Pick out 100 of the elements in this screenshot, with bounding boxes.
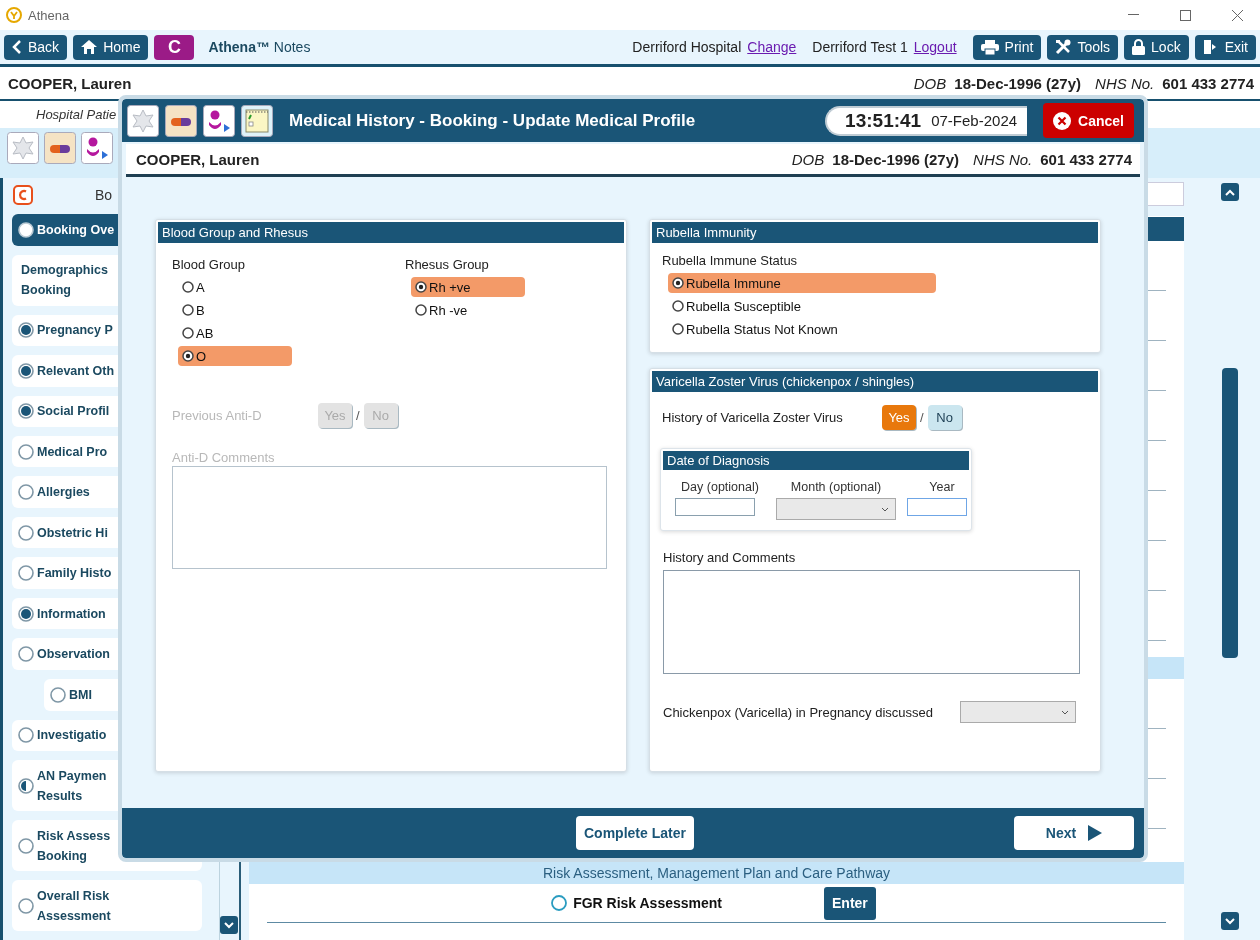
radio-icon: [18, 322, 34, 339]
pill-icon[interactable]: [165, 104, 197, 137]
complete-later-button[interactable]: Complete Later: [576, 816, 694, 850]
patient-name: COOPER, Lauren: [8, 74, 132, 92]
radio-icon: [18, 362, 34, 379]
field-label: Chickenpox (Varicella) in Pregnancy discussed: [663, 704, 934, 720]
group-label: Rhesus Group: [405, 257, 490, 272]
nhs-number: 601 433 2774: [1040, 150, 1132, 168]
change-link[interactable]: Change: [747, 39, 797, 55]
nhs-label: NHS No.: [973, 150, 1033, 168]
radio-option[interactable]: O: [178, 346, 292, 366]
exit-button[interactable]: Exit: [1194, 34, 1256, 60]
radio-icon: [18, 646, 34, 662]
radio-icon: [415, 304, 427, 316]
radio-option[interactable]: Rubella Immune: [668, 273, 936, 293]
clock-time: 13:51:41: [845, 109, 922, 132]
person-icon[interactable]: [81, 132, 113, 164]
lock-button[interactable]: Lock: [1124, 34, 1189, 60]
radio-icon: [18, 565, 34, 582]
panel-title: Rubella Immunity: [656, 225, 757, 240]
window-title: Athena: [28, 7, 70, 23]
next-button[interactable]: Next: [1014, 816, 1134, 850]
radio-icon: [18, 443, 34, 460]
field-label: History of Varicella Zoster Virus: [662, 410, 844, 425]
clock-date: 07-Feb-2024: [931, 112, 1018, 129]
tools-button[interactable]: Tools: [1047, 34, 1119, 60]
field-label: Day (optional): [680, 480, 760, 494]
comments-field[interactable]: [663, 570, 1080, 674]
radio-icon: [672, 300, 684, 312]
scroll-down-icon[interactable]: [220, 916, 238, 934]
patient-name: COOPER, Lauren: [136, 150, 260, 168]
dob-label: DOB: [913, 74, 947, 92]
radio-icon: [18, 403, 34, 420]
pill-icon[interactable]: [44, 132, 76, 164]
enter-button[interactable]: Enter: [824, 886, 876, 920]
radio-icon: [18, 727, 34, 744]
chevron-down-icon: [881, 506, 889, 512]
scroll-down-icon[interactable]: [1221, 912, 1239, 930]
play-icon: [1088, 825, 1103, 841]
dob-value: 18-Dec-1996 (27y): [832, 150, 960, 168]
logout-link[interactable]: Logout: [913, 39, 957, 55]
radio-option[interactable]: Rubella Status Not Known: [668, 319, 936, 339]
radio-icon: [50, 686, 66, 703]
sidebar-item[interactable]: Overall Risk Assessment: [12, 880, 202, 931]
tools-icon: [1055, 39, 1072, 55]
comments-field[interactable]: [172, 466, 607, 569]
close-icon: [1053, 111, 1072, 130]
radio-option[interactable]: Rubella Susceptible: [668, 296, 936, 316]
nhs-label: NHS No.: [1095, 74, 1155, 92]
person-icon[interactable]: [203, 104, 235, 137]
radio-icon[interactable]: [551, 895, 568, 911]
maximize-icon[interactable]: [1179, 9, 1191, 21]
day-field[interactable]: [675, 498, 755, 516]
separator-text: /: [920, 410, 924, 425]
radio-icon: [672, 323, 684, 335]
row-label: FGR Risk Assessment: [573, 895, 722, 911]
page-subtitle: Hospital Patie: [36, 107, 117, 122]
toggle-button[interactable]: No: [927, 405, 962, 430]
radio-icon: [18, 777, 34, 794]
cancel-button[interactable]: Cancel: [1043, 103, 1134, 138]
back-button[interactable]: Back: [4, 34, 68, 60]
radio-icon: [18, 524, 34, 541]
notepad-icon[interactable]: [241, 104, 273, 137]
radio-icon: [18, 897, 34, 914]
nhs-number: 601 433 2774: [1162, 74, 1254, 92]
radio-icon: [182, 327, 194, 339]
radio-icon: [18, 484, 34, 501]
logo-icon: [6, 7, 22, 23]
print-button[interactable]: Print: [972, 34, 1042, 60]
radio-icon: [415, 281, 427, 293]
panel-title: Varicella Zoster Virus (chickenpox / shingles): [656, 374, 915, 389]
home-button[interactable]: Home: [73, 34, 149, 60]
user-badge: C: [154, 34, 195, 60]
radio-icon: [182, 350, 194, 362]
dob-label: DOB: [791, 150, 825, 168]
minimize-icon[interactable]: [1127, 14, 1139, 16]
dialog-title: Medical History - Booking - Update Medical Profile: [289, 110, 696, 131]
radio-icon: [182, 281, 194, 293]
radio-option[interactable]: Rh +ve: [411, 277, 525, 297]
printer-icon: [980, 39, 999, 55]
close-icon[interactable]: [1231, 9, 1243, 21]
lock-icon: [1132, 39, 1146, 55]
sidebar-title: Bo: [95, 186, 113, 203]
app-name: Athena™ Notes: [208, 39, 311, 55]
radio-option[interactable]: Rh -ve: [411, 300, 525, 320]
logo-icon: [13, 184, 33, 205]
field-label: Year: [928, 480, 956, 494]
field-label: History and Comments: [663, 550, 797, 565]
scroll-up-icon[interactable]: [1221, 183, 1239, 201]
dob-value: 18-Dec-1996 (27y): [954, 74, 1082, 92]
radio-icon: [672, 277, 684, 289]
group-label: Rubella Immune Status: [662, 253, 799, 268]
chevron-down-icon: [1061, 709, 1069, 715]
field-label: Month (optional): [789, 480, 883, 494]
scrollbar-thumb[interactable]: [1222, 368, 1238, 658]
year-field[interactable]: [907, 498, 967, 516]
panel-title: Date of Diagnosis: [667, 453, 770, 468]
hospital-name: Derriford Hospital: [632, 39, 742, 55]
radio-icon: [18, 605, 34, 622]
radio-icon: [18, 222, 34, 238]
